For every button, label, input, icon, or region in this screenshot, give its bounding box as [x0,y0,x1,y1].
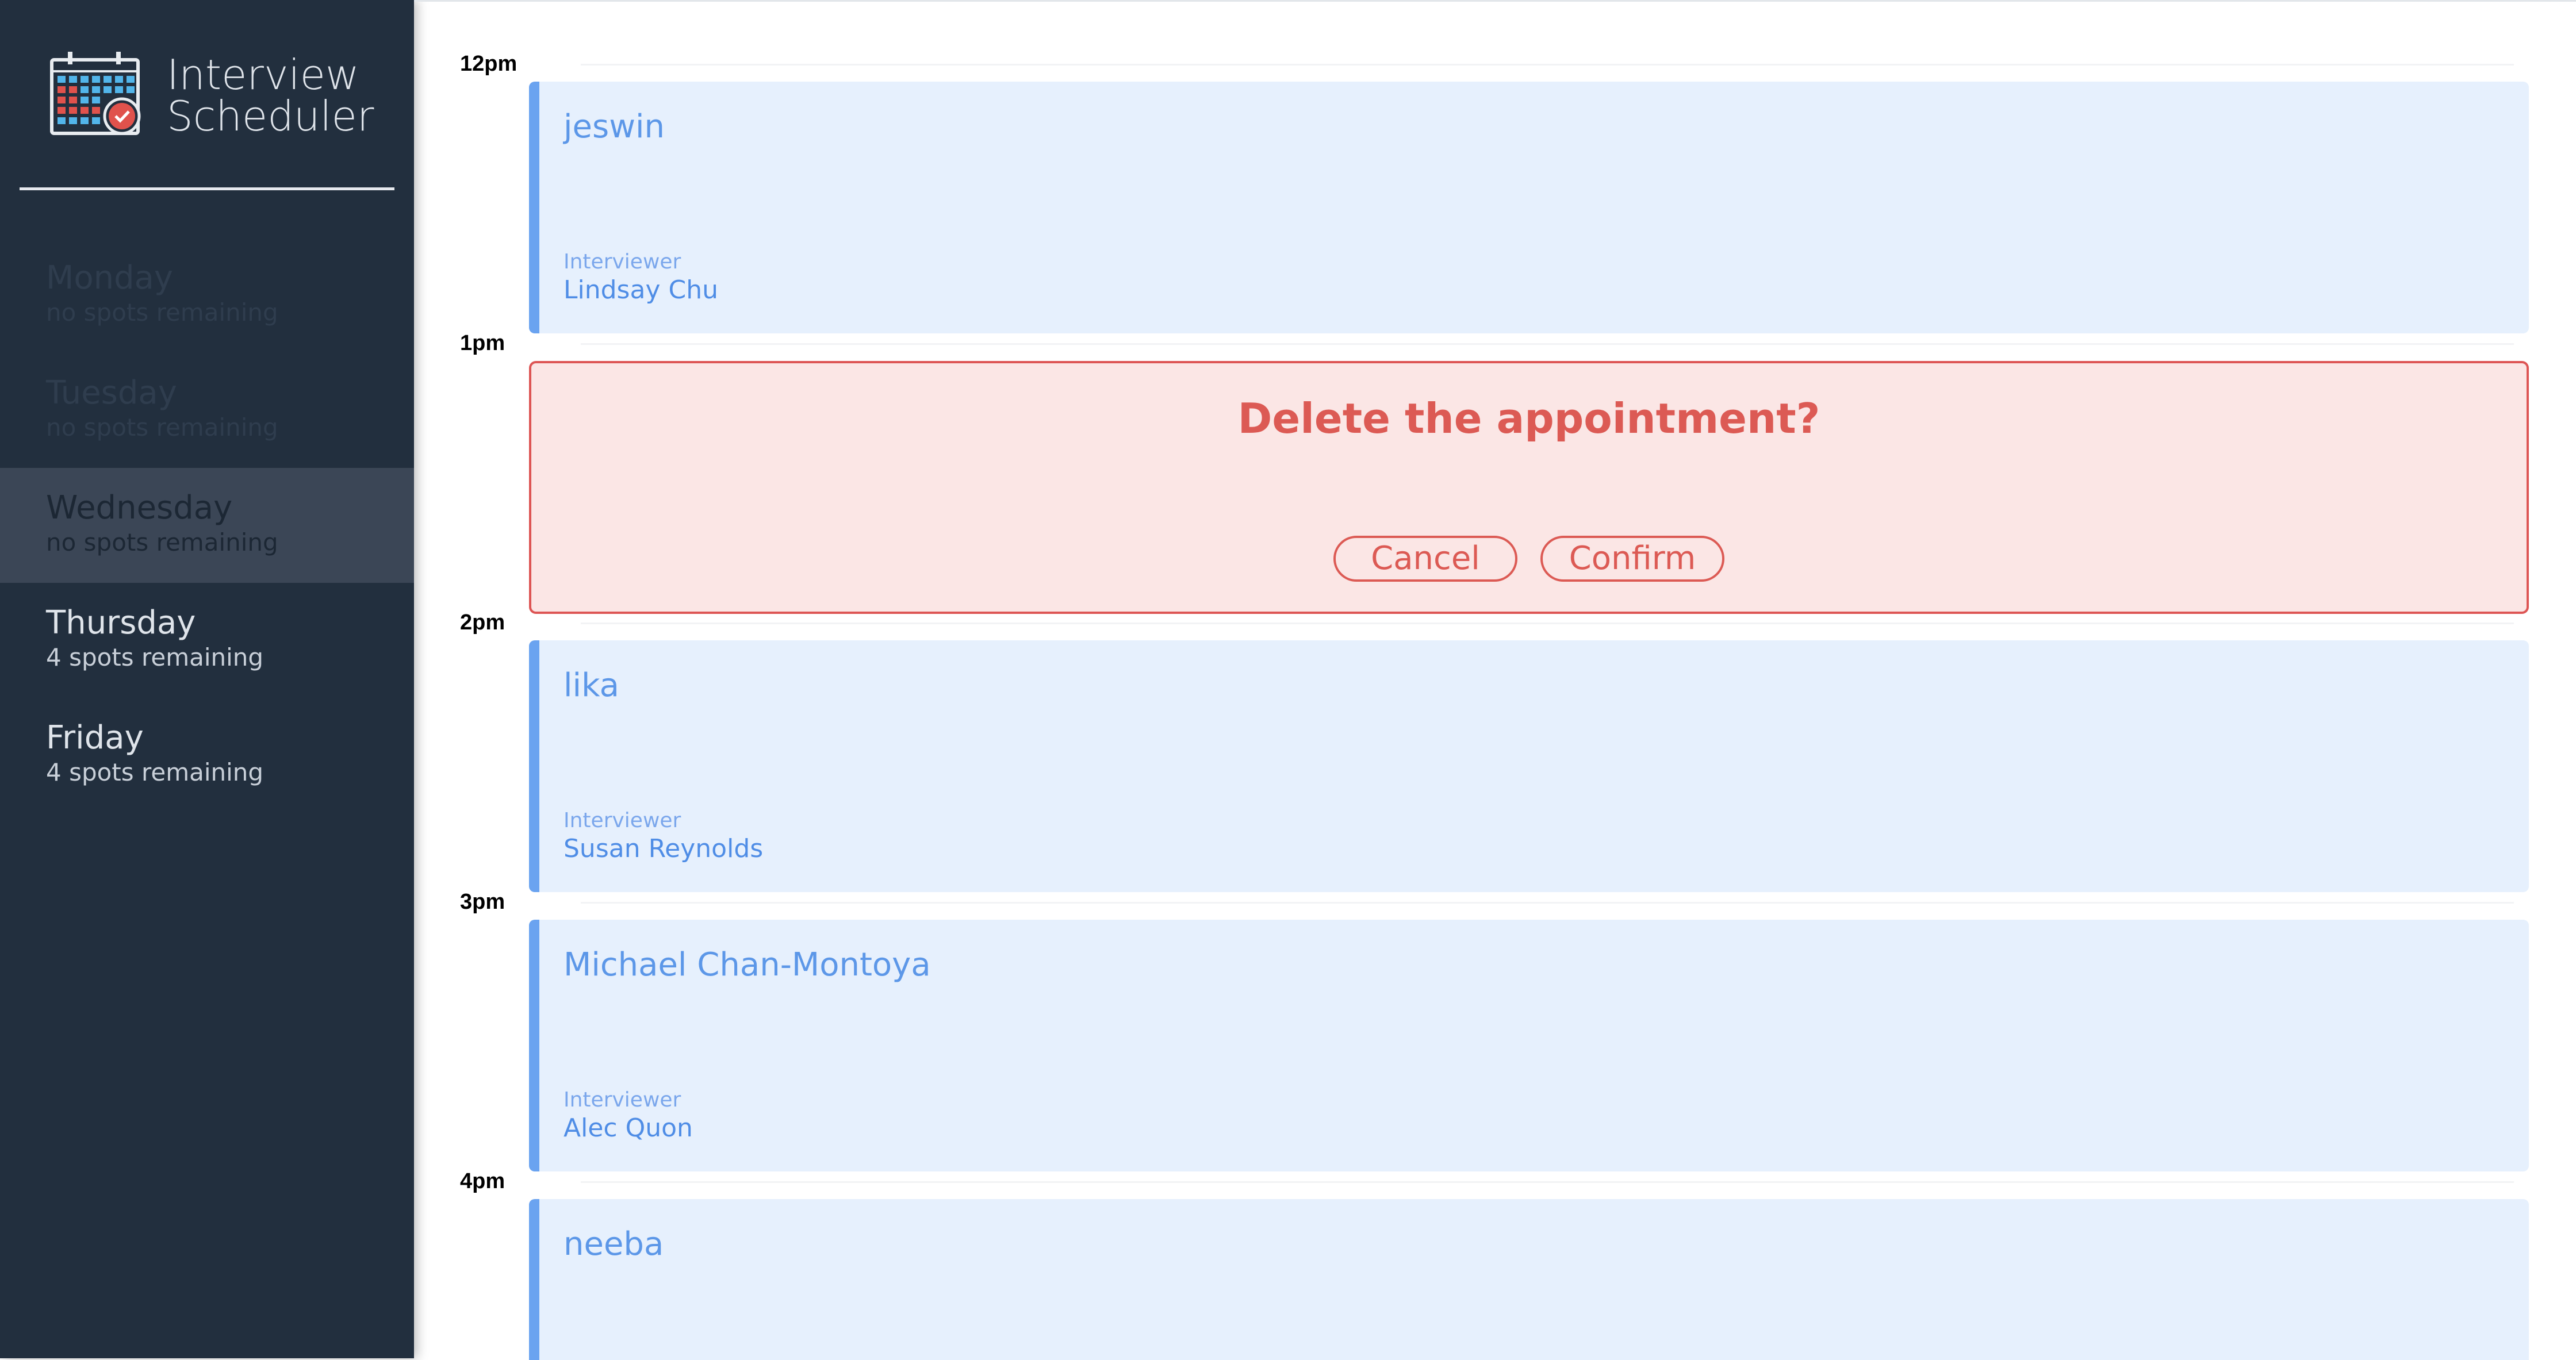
appointment-card[interactable]: jeswin Interviewer Lindsay Chu [529,82,2529,333]
confirm-button[interactable]: Confirm [1540,536,1724,582]
appointment-slot-12pm: 12pm jeswin Interviewer Lindsay Chu [414,52,2576,333]
student-name: neeba [564,1225,664,1263]
interviewer-name: Alec Quon [564,1113,693,1143]
interviewer-label: Interviewer [564,809,681,832]
slot-header: 2pm [460,610,2530,635]
day-name: Wednesday [46,489,233,527]
slot-time: 3pm [460,890,505,914]
calendar-check-icon [50,52,141,135]
app-title-line1: Interview [167,51,359,99]
day-list: Monday no spots remaining Tuesday no spo… [0,238,414,813]
confirm-message: Delete the appointment? [1237,394,1820,443]
interviewer-name: Susan Reynolds [564,834,764,863]
slot-time: 2pm [460,610,505,635]
slot-separator [581,1181,2514,1183]
day-item-tuesday[interactable]: Tuesday no spots remaining [0,353,414,468]
day-name: Monday [46,259,174,297]
sidebar: Interview Scheduler Monday no spots rema… [0,0,414,1358]
appointment-slot-3pm: 3pm Michael Chan-Montoya Interviewer Ale… [414,890,2576,1171]
day-spots: 4 spots remaining [46,758,264,786]
slot-separator [581,902,2514,904]
day-name: Thursday [46,604,196,641]
appointment-card[interactable]: lika Interviewer Susan Reynolds [529,640,2529,892]
slot-header: 3pm [460,890,2530,914]
slot-time: 4pm [460,1169,505,1193]
interviewer-label: Interviewer [564,1088,681,1112]
app-title-line2: Scheduler [167,92,374,140]
cancel-button[interactable]: Cancel [1333,536,1517,582]
slot-header: 1pm [460,331,2530,355]
appointment-slot-2pm: 2pm lika Interviewer Susan Reynolds [414,610,2576,892]
app-brand: Interview Scheduler [48,49,374,141]
slot-separator [581,64,2514,66]
slot-time: 12pm [460,52,518,76]
day-name: Friday [46,719,144,756]
schedule: 12pm jeswin Interviewer Lindsay Chu 1pm … [414,0,2576,1360]
day-item-wednesday[interactable]: Wednesday no spots remaining [0,468,414,583]
appointment-card[interactable]: neeba [529,1199,2529,1360]
day-spots: 4 spots remaining [46,643,264,671]
day-name: Tuesday [46,374,177,412]
day-spots: no spots remaining [46,298,278,326]
day-spots: no spots remaining [46,528,278,556]
slot-separator [581,623,2514,624]
appointment-slot-1pm: 1pm Delete the appointment? Cancel Confi… [414,331,2576,614]
student-name: Michael Chan-Montoya [564,946,931,983]
slot-separator [581,343,2514,345]
student-name: jeswin [564,108,665,145]
day-item-monday[interactable]: Monday no spots remaining [0,238,414,353]
day-item-thursday[interactable]: Thursday 4 spots remaining [0,583,414,698]
confirm-actions: Cancel Confirm [531,536,2527,582]
day-spots: no spots remaining [46,413,278,441]
slot-time: 1pm [460,331,505,355]
day-item-friday[interactable]: Friday 4 spots remaining [0,698,414,813]
appointment-slot-4pm: 4pm neeba [414,1170,2576,1360]
appointment-card[interactable]: Michael Chan-Montoya Interviewer Alec Qu… [529,920,2529,1171]
interviewer-name: Lindsay Chu [564,275,718,305]
delete-confirmation: Delete the appointment? Cancel Confirm [529,361,2529,614]
sidebar-divider [20,187,394,190]
student-name: lika [564,667,619,704]
app-title: Interview Scheduler [167,54,374,137]
interviewer-label: Interviewer [564,250,681,274]
slot-header: 12pm [460,52,2530,76]
slot-header: 4pm [460,1169,2530,1193]
